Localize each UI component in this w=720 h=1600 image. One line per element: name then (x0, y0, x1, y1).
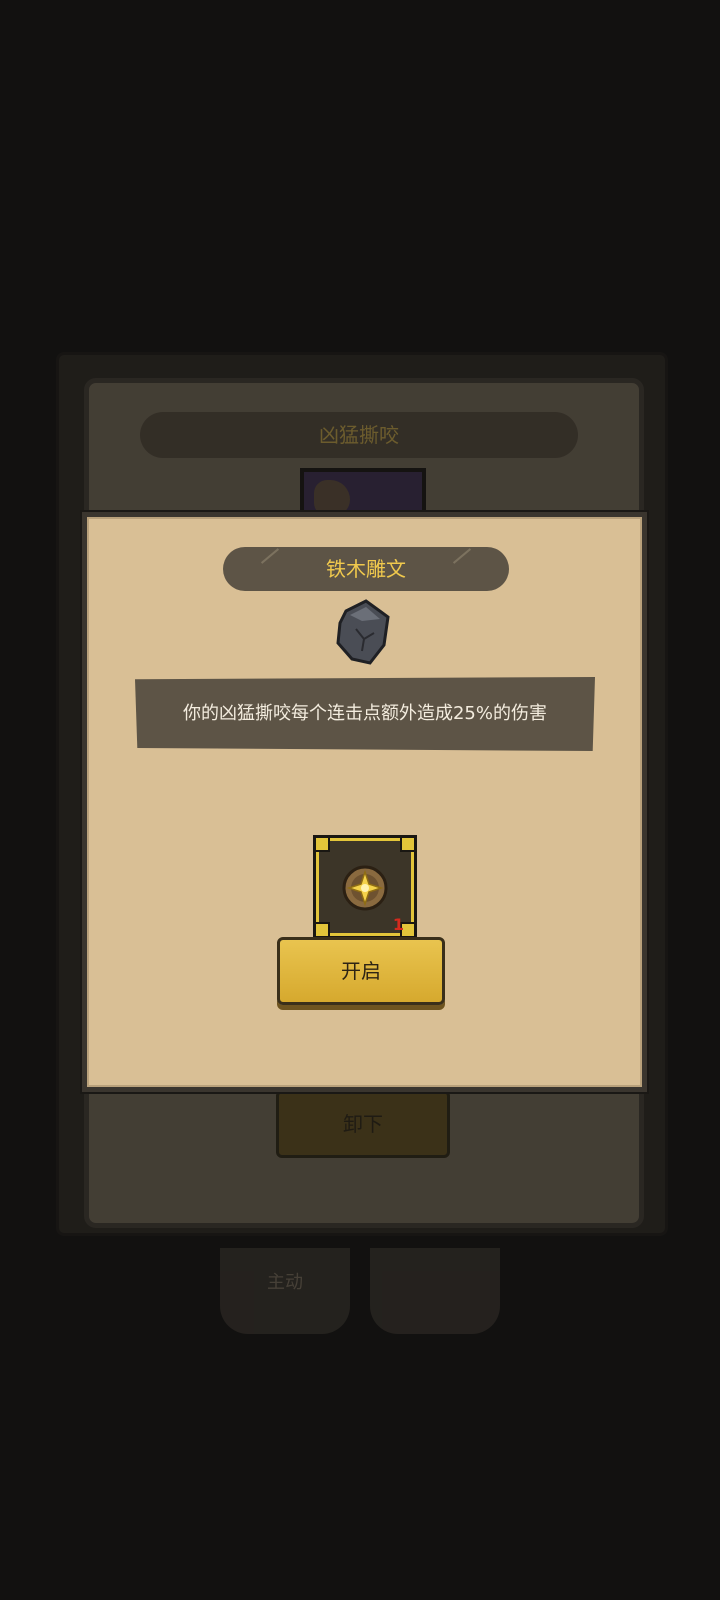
tab-active-skill: 主动 (220, 1248, 350, 1334)
open-button[interactable]: 开启 (277, 937, 445, 1005)
glowing-orb-icon (342, 865, 388, 911)
slot-corner (400, 836, 416, 852)
reward-item-slot[interactable]: 1 (313, 835, 417, 939)
dialog-title: 铁木雕文 (223, 547, 509, 591)
slot-corner (314, 836, 330, 852)
slot-corner (314, 922, 330, 938)
item-count: 1 (392, 915, 404, 934)
unequip-button: 卸下 (276, 1090, 450, 1158)
tab-secondary (370, 1248, 500, 1334)
skill-art-icon (314, 480, 350, 516)
glyph-description: 你的凶猛撕咬每个连击点额外造成25%的伤害 (135, 677, 595, 751)
glyph-dialog: 铁木雕文 你的凶猛撕咬每个连击点额外造成25%的伤害 1 开启 (82, 512, 647, 1092)
rune-stone-icon (336, 599, 390, 665)
background-panel-title: 凶猛撕咬 (140, 412, 578, 458)
game-screen: 凶猛撕咬 卸下 主动 铁木雕文 你的凶猛撕咬每个连击点额外造成25%的伤害 1 … (0, 0, 720, 1600)
